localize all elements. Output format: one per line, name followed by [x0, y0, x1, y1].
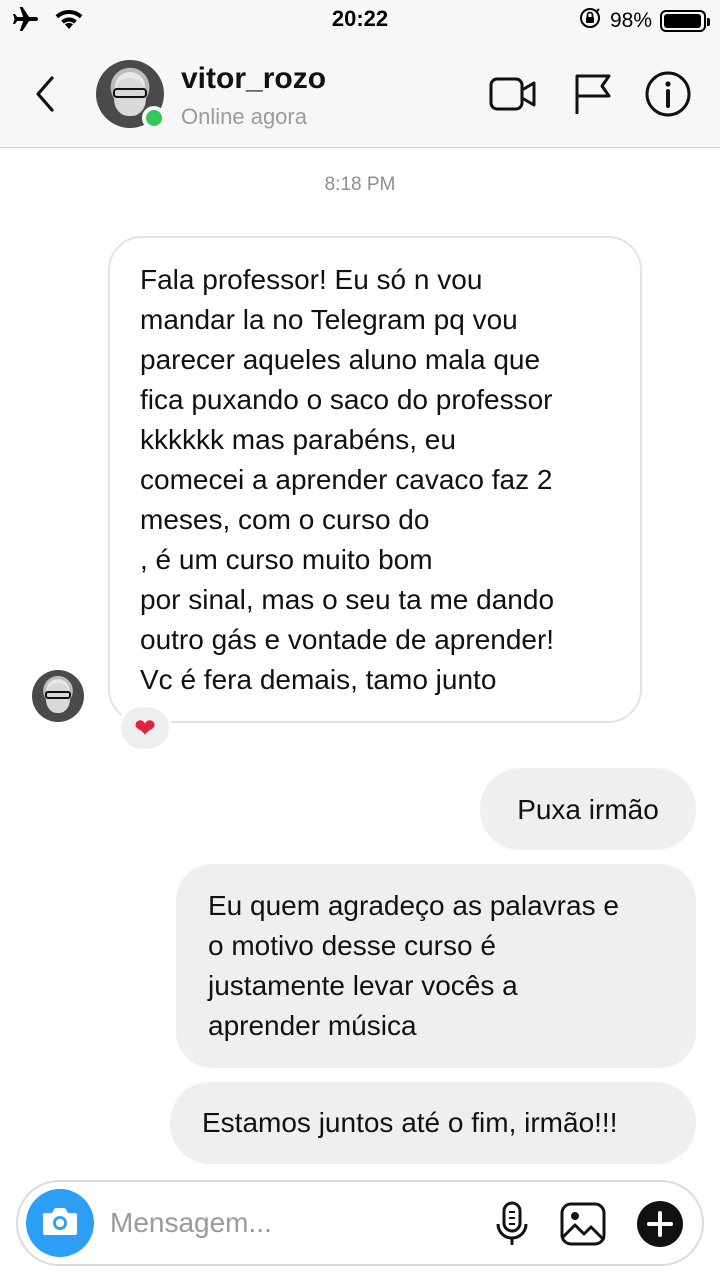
- microphone-icon[interactable]: [488, 1200, 536, 1248]
- online-indicator: [142, 106, 166, 130]
- avatar-glasses: [113, 88, 147, 98]
- status-right: 98%: [578, 6, 710, 35]
- back-chevron-icon[interactable]: [28, 74, 64, 114]
- incoming-message-text: Fala professor! Eu só n vou mandar la no…: [140, 264, 555, 695]
- status-bar: 20:22 98%: [0, 0, 720, 40]
- sender-avatar-glasses: [45, 691, 71, 699]
- gallery-icon[interactable]: [559, 1200, 607, 1248]
- battery-fill: [664, 13, 702, 28]
- contact-status: Online agora: [181, 104, 307, 129]
- heart-reaction[interactable]: ❤: [118, 704, 172, 752]
- contact-avatar-wrap[interactable]: [96, 60, 166, 130]
- flag-icon[interactable]: [570, 70, 618, 118]
- outgoing-message-bubble[interactable]: Puxa irmão: [480, 768, 696, 850]
- video-camera-icon[interactable]: [488, 70, 536, 118]
- contact-username[interactable]: vitor_rozo: [181, 62, 326, 96]
- camera-icon: [41, 1205, 79, 1242]
- message-input[interactable]: [110, 1198, 470, 1248]
- info-icon[interactable]: [644, 70, 692, 118]
- incoming-message-bubble[interactable]: Fala professor! Eu só n vou mandar la no…: [108, 236, 642, 723]
- camera-button[interactable]: [26, 1189, 94, 1257]
- message-timestamp: 8:18 PM: [324, 174, 396, 195]
- lock-rotation-icon: [578, 6, 602, 35]
- heart-icon: ❤: [134, 712, 156, 743]
- message-composer: [16, 1180, 704, 1266]
- sender-avatar[interactable]: [32, 670, 84, 722]
- battery-percentage: 98%: [609, 8, 652, 32]
- chat-header: vitor_rozo Online agora: [0, 40, 720, 148]
- plus-icon[interactable]: [636, 1200, 684, 1248]
- outgoing-message-bubble[interactable]: Eu quem agradeço as palavras e o motivo …: [176, 864, 696, 1068]
- chat-screen: 20:22 98% vitor_rozo Online agora 8:18 P…: [0, 0, 720, 1280]
- battery-icon: [660, 9, 710, 32]
- outgoing-message-bubble[interactable]: Estamos juntos até o fim, irmão!!!: [170, 1082, 696, 1164]
